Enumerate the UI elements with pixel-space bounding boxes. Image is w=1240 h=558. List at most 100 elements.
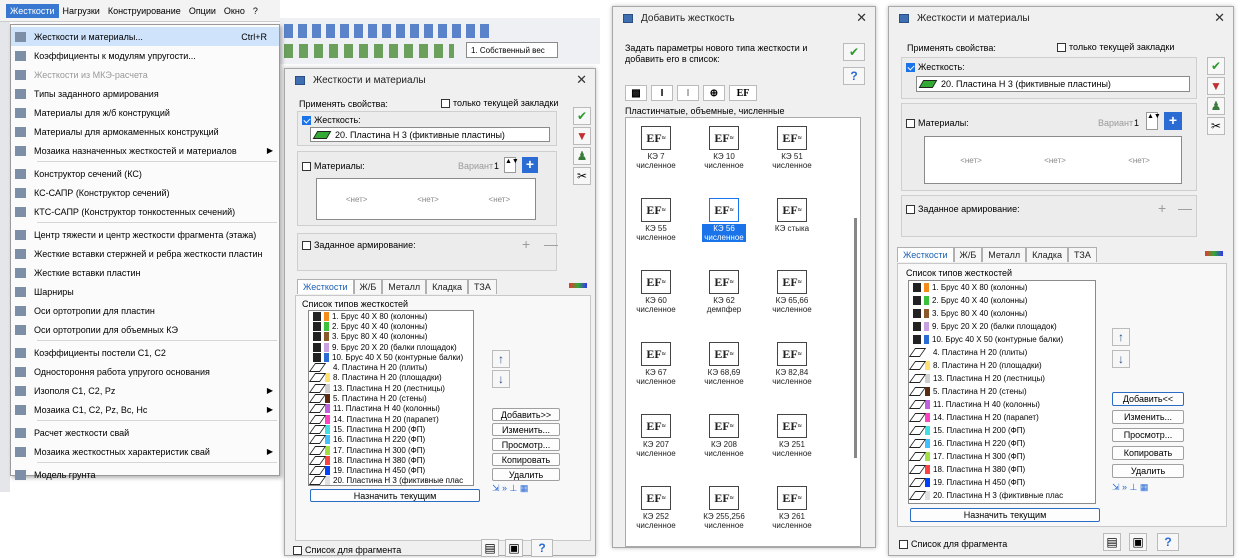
scissors-icon[interactable]: ✂ xyxy=(1207,117,1225,135)
stiffness-type-tile[interactable]: EF ≈ КЭ 55 численное xyxy=(634,198,678,242)
view-button[interactable]: Просмотр... xyxy=(1112,428,1184,442)
list-item[interactable]: 1. Брус 40 X 80 (колонны) xyxy=(909,281,1095,294)
scrollbar[interactable] xyxy=(854,218,857,458)
list-item[interactable]: 8. Пластина Н 20 (площадки) xyxy=(309,373,473,383)
list-item[interactable]: 2. Брус 40 X 40 (колонны) xyxy=(909,294,1095,307)
menu-item[interactable]: Изополя С1, С2, Pz ▶ xyxy=(11,381,279,400)
fragment-list-checkbox[interactable]: Список для фрагмента xyxy=(293,545,401,556)
add-button[interactable]: Добавить>> xyxy=(492,408,560,421)
list-item[interactable]: 4. Пластина Н 20 (плиты) xyxy=(309,362,473,373)
menu-design[interactable]: Конструирование xyxy=(104,4,185,18)
stiffness-type-tile[interactable]: EF ≈ КЭ 208 численное xyxy=(702,414,746,458)
list-item[interactable]: 15. Пластина Н 200 (ФП) xyxy=(309,424,473,434)
type-tab-hatched[interactable]: ▩ xyxy=(625,85,647,101)
add-button[interactable]: Добавить<< xyxy=(1112,392,1184,406)
list-item[interactable]: 9. Брус 20 X 20 (балки площадок) xyxy=(309,342,473,352)
menu-item[interactable]: Расчет жесткости свай xyxy=(11,423,279,442)
list-item[interactable]: 3. Брус 80 X 40 (колонны) xyxy=(309,332,473,342)
list-item[interactable]: 4. Пластина Н 20 (плиты) xyxy=(909,346,1095,359)
tab-metal[interactable]: Металл xyxy=(382,279,427,294)
list-item[interactable]: 8. Пластина Н 20 (площадки) xyxy=(909,359,1095,372)
stiffness-type-tile[interactable]: EF ≈ КЭ 67 численное xyxy=(634,342,678,386)
menu-item[interactable]: Мозаика С1, С2, Pz, Bc, Hc ▶ xyxy=(11,400,279,419)
list-item[interactable]: 17. Пластина Н 300 (ФП) xyxy=(909,450,1095,463)
color-palette-icon[interactable] xyxy=(569,283,587,288)
menu-item[interactable]: Материалы для ж/б конструкций xyxy=(11,103,279,122)
remove-reinforcement-icon[interactable]: — xyxy=(1178,200,1192,216)
delete-button[interactable]: Удалить xyxy=(1112,464,1184,478)
menu-item[interactable]: Модель грунта xyxy=(11,465,279,484)
toolbar-icons-2[interactable] xyxy=(284,44,454,58)
list-tools-icons[interactable]: ⇲ » ⊥ ▦ xyxy=(492,483,528,494)
list-item[interactable]: 19. Пластина Н 450 (ФП) xyxy=(909,476,1095,489)
list-item[interactable]: 14. Пластина Н 20 (парапет) xyxy=(909,411,1095,424)
list-item[interactable]: 3. Брус 80 X 40 (колонны) xyxy=(909,307,1095,320)
list-item[interactable]: 9. Брус 20 X 20 (балки площадок) xyxy=(909,320,1095,333)
variant-spinner[interactable]: ▲▼ xyxy=(1146,112,1161,130)
assign-current-button[interactable]: Назначить текущим xyxy=(910,508,1100,522)
menu-item[interactable]: Шарниры xyxy=(11,282,279,301)
help-icon[interactable]: ? xyxy=(531,539,553,557)
stiffness-type-tile[interactable]: EF ≈ КЭ 62 демпфер xyxy=(702,270,746,314)
type-tab-numeric[interactable]: EF xyxy=(729,85,757,101)
book-icon[interactable]: ▤ xyxy=(1103,533,1121,551)
edit-button[interactable]: Изменить... xyxy=(492,423,560,436)
help-icon[interactable]: ? xyxy=(1157,533,1179,551)
list-item[interactable]: 13. Пластина Н 20 (лестницы) xyxy=(909,372,1095,385)
scissors-icon[interactable]: ✂ xyxy=(573,167,591,185)
stiffness-field[interactable]: 20. Пластина Н 3 (фиктивные пластины) xyxy=(310,127,550,142)
list-item[interactable]: 18. Пластина Н 380 (ФП) xyxy=(309,455,473,465)
apply-check-icon[interactable]: ✔ xyxy=(573,107,591,125)
menu-item[interactable]: Одностороння работа упругого основания xyxy=(11,362,279,381)
stiffness-type-tile[interactable]: EF ≈ КЭ стыка xyxy=(770,198,814,233)
stiffness-type-tile[interactable]: EF ≈ КЭ 68,69 численное xyxy=(702,342,746,386)
materials-table[interactable]: <нет> <нет> <нет> xyxy=(316,178,536,220)
view-button[interactable]: Просмотр... xyxy=(492,438,560,451)
menu-help[interactable]: ? xyxy=(249,4,262,18)
tab-metal[interactable]: Металл xyxy=(982,247,1027,262)
stiffness-type-tile[interactable]: EF ≈ КЭ 207 численное xyxy=(634,414,678,458)
add-reinforcement-icon[interactable]: + xyxy=(522,236,530,252)
list-item[interactable]: 16. Пластина Н 220 (ФП) xyxy=(909,437,1095,450)
edit-button[interactable]: Изменить... xyxy=(1112,410,1184,424)
menu-item[interactable]: КТС-САПР (Конструктор тонкостенных сечен… xyxy=(11,202,279,221)
reinforcement-checkbox[interactable]: Заданное армирование: xyxy=(906,204,1020,215)
list-item[interactable]: 10. Брус 40 X 50 (контурные балки) xyxy=(909,333,1095,346)
pipette-icon[interactable]: ♟ xyxy=(573,147,591,165)
list-item[interactable]: 16. Пластина Н 220 (ФП) xyxy=(309,435,473,445)
reinforcement-checkbox[interactable]: Заданное армирование: xyxy=(302,240,416,251)
type-tab-beam-outline[interactable]: I xyxy=(677,85,699,101)
menu-loads[interactable]: Нагрузки xyxy=(59,4,104,18)
menu-item[interactable]: Жесткие вставки пластин xyxy=(11,263,279,282)
list-item[interactable]: 20. Пластина Н 3 (фиктивные плас xyxy=(909,489,1095,502)
tab-stiffness[interactable]: Жесткости xyxy=(297,279,354,294)
current-tab-only-checkbox[interactable]: только текущей закладки xyxy=(441,98,558,109)
list-item[interactable]: 15. Пластина Н 200 (ФП) xyxy=(909,424,1095,437)
menu-window[interactable]: Окно xyxy=(220,4,249,18)
apply-check-icon[interactable]: ✔ xyxy=(843,43,865,61)
move-down-icon[interactable]: ↓ xyxy=(492,370,510,388)
apply-check-icon[interactable]: ✔ xyxy=(1207,57,1225,75)
close-icon[interactable]: ✕ xyxy=(856,10,867,26)
type-tab-circle[interactable]: ⊕ xyxy=(703,85,725,101)
color-palette-icon[interactable] xyxy=(1205,251,1223,256)
add-reinforcement-icon[interactable]: + xyxy=(1158,200,1166,216)
list-item[interactable]: 5. Пластина Н 20 (стены) xyxy=(909,385,1095,398)
menu-item[interactable]: Оси ортотропии для пластин xyxy=(11,301,279,320)
list-item[interactable]: 1. Брус 40 X 80 (колонны) xyxy=(309,311,473,321)
book-icon[interactable]: ▤ xyxy=(481,539,499,557)
stiffness-type-tile[interactable]: EF ≈ КЭ 10 численное xyxy=(702,126,746,170)
list-item[interactable]: 11. Пластина Н 40 (колонны) xyxy=(309,404,473,414)
delete-button[interactable]: Удалить xyxy=(492,468,560,481)
remove-reinforcement-icon[interactable]: — xyxy=(544,236,558,252)
save-icon[interactable]: ▣ xyxy=(505,539,523,557)
list-tools-icons[interactable]: ⇲ » ⊥ ▦ xyxy=(1112,482,1148,493)
save-icon[interactable]: ▣ xyxy=(1129,533,1147,551)
menu-stiffness[interactable]: Жесткости xyxy=(6,3,59,18)
current-tab-only-checkbox[interactable]: только текущей закладки xyxy=(1057,42,1174,53)
stiffness-type-tile[interactable]: EF ≈ КЭ 56 численное xyxy=(702,198,746,242)
move-up-icon[interactable]: ↑ xyxy=(492,350,510,368)
menu-item[interactable]: Коэффициенты к модулям упругости... xyxy=(11,46,279,65)
stiffness-type-tile[interactable]: EF ≈ КЭ 82,84 численное xyxy=(770,342,814,386)
menu-item[interactable]: Оси ортотропии для объемных КЭ xyxy=(11,320,279,339)
